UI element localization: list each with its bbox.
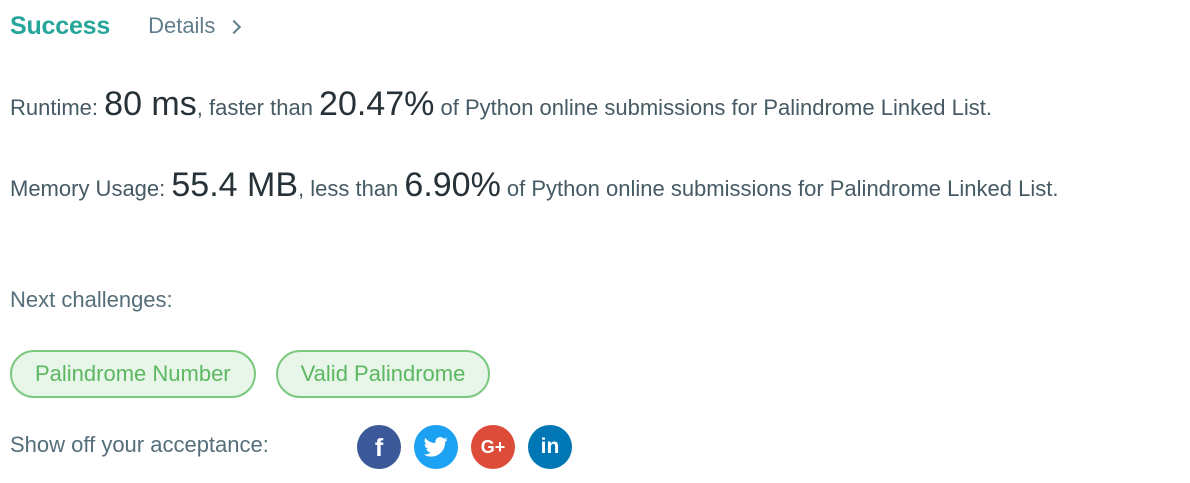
details-label: Details: [148, 13, 216, 38]
challenge-chip-valid-palindrome[interactable]: Valid Palindrome: [275, 350, 491, 398]
share-label: Show off your acceptance:: [10, 432, 269, 457]
runtime-percent: 20.47%: [319, 85, 435, 123]
facebook-glyph: f: [374, 433, 384, 462]
memory-percent: 6.90%: [404, 166, 501, 204]
twitter-bird-icon: [424, 437, 448, 457]
chevron-right-icon: [227, 19, 242, 35]
memory-label: Memory Usage:: [10, 176, 172, 201]
linkedin-glyph: in: [540, 434, 560, 458]
share-buttons: f G+ in: [357, 425, 572, 469]
runtime-comparison: , faster than: [196, 95, 320, 120]
google-plus-glyph: G+: [480, 436, 506, 457]
memory-comparison: , less than: [298, 176, 405, 201]
next-challenges-list: Palindrome Number Valid Palindrome: [10, 350, 491, 398]
twitter-icon[interactable]: [414, 425, 458, 469]
memory-suffix: of Python online submissions for Palindr…: [500, 176, 1059, 201]
linkedin-icon[interactable]: in: [528, 425, 572, 469]
result-header: Success Details: [10, 8, 242, 44]
runtime-suffix: of Python online submissions for Palindr…: [434, 95, 993, 120]
facebook-icon[interactable]: f: [357, 425, 401, 469]
next-challenges-label: Next challenges:: [10, 287, 173, 312]
challenge-chip-palindrome-number[interactable]: Palindrome Number: [10, 350, 256, 398]
google-plus-icon[interactable]: G+: [471, 425, 515, 469]
status-text: Success: [10, 11, 111, 40]
memory-stat: Memory Usage: 55.4 MB, less than 6.90% o…: [10, 166, 1180, 208]
details-link[interactable]: Details: [148, 13, 242, 39]
memory-value: 55.4 MB: [171, 166, 299, 204]
runtime-stat: Runtime: 80 ms, faster than 20.47% of Py…: [10, 84, 1180, 128]
runtime-value: 80 ms: [104, 85, 197, 123]
runtime-label: Runtime:: [10, 95, 105, 120]
